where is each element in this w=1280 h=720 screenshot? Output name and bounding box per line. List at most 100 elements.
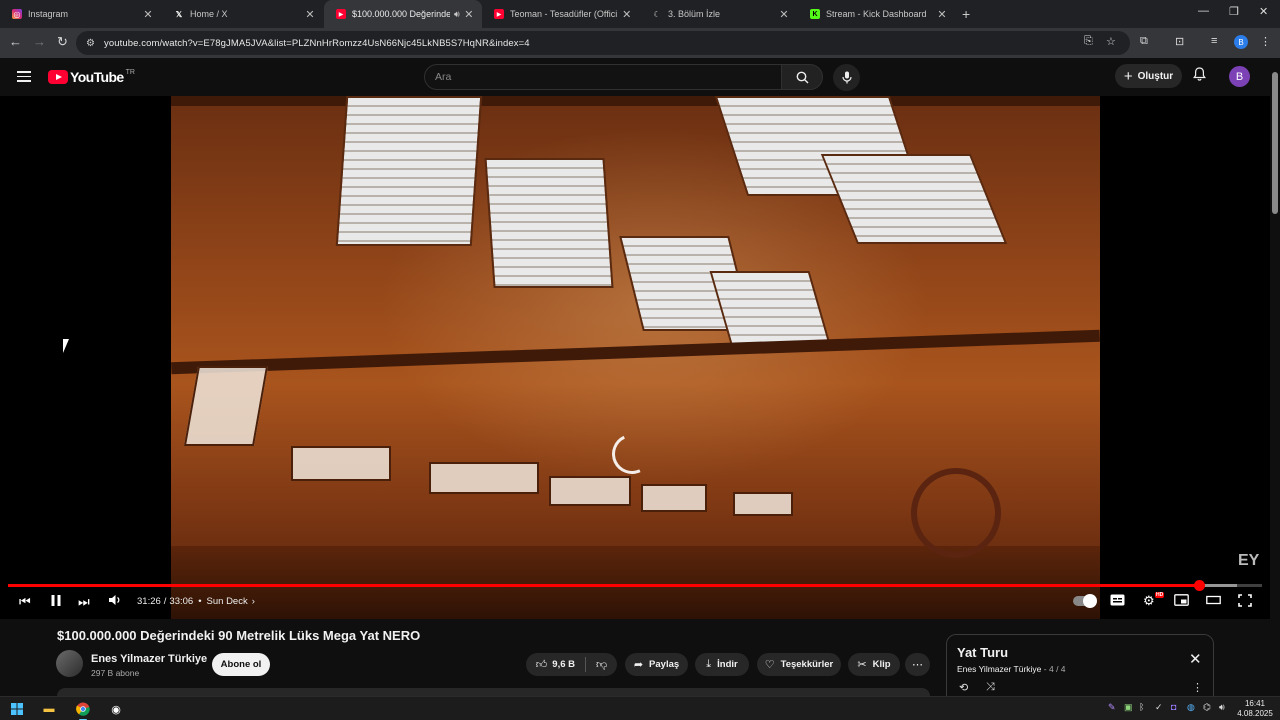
shuffle-icon[interactable]: ⤨ (986, 681, 995, 694)
speaker-icon[interactable]: 🔊︎ (454, 9, 460, 20)
youtube-logo[interactable]: YouTube TR (48, 69, 135, 85)
windows-taskbar: ▬ ◉ ✎ ▣ ᛒ ✓ ◘ ◍ ⌬ 🔊︎ 16:41 4.08.2025 (0, 696, 1280, 720)
close-tab-icon[interactable]: ✕ (142, 8, 154, 21)
search-icon (796, 71, 808, 83)
site-settings-icon[interactable]: ⚙ (86, 38, 98, 49)
playlist-title[interactable]: Yat Turu (957, 645, 1008, 660)
played-bar (8, 584, 1200, 587)
subscriber-count: 297 B abone (91, 668, 140, 678)
autoplay-play-icon (1083, 594, 1097, 608)
video-frame[interactable] (171, 96, 1100, 619)
moon-icon: ☾ (653, 9, 661, 19)
tab-instagram[interactable]: ◎ Instagram ✕ (0, 0, 162, 28)
search-box[interactable] (424, 64, 782, 90)
clock-date: 4.08.2025 (1237, 709, 1273, 718)
scrollbar-thumb[interactable] (1272, 72, 1278, 214)
obs-icon[interactable]: ◉ (107, 700, 125, 718)
menu-icon[interactable] (17, 71, 31, 82)
description-box[interactable] (57, 688, 930, 696)
chapter-title[interactable]: Sun Deck (207, 596, 248, 607)
tab-x[interactable]: 𝕏 Home / X ✕ (162, 0, 324, 28)
settings-gear-icon[interactable]: ⚙ (1143, 593, 1155, 609)
more-horizontal-icon: ⋯ (912, 659, 923, 671)
window-close-icon[interactable]: ✕ (1259, 5, 1268, 18)
close-tab-icon[interactable]: ✕ (304, 8, 316, 21)
close-tab-icon[interactable]: ✕ (936, 8, 948, 21)
nvidia-icon[interactable]: ✓ (1155, 702, 1163, 713)
like-button[interactable]: 👍︎ 9,6 B (536, 658, 575, 671)
tab-teoman[interactable]: ▶ Teoman - Tesadüfler (Official A ✕ (482, 0, 640, 28)
theater-mode-icon[interactable] (1206, 594, 1221, 609)
channel-name[interactable]: Enes Yilmazer Türkiye (91, 653, 207, 665)
voice-search-button[interactable] (833, 64, 860, 91)
windows-start-icon[interactable] (8, 700, 26, 718)
playlist-menu-icon[interactable]: ⋮ (1192, 681, 1203, 694)
file-explorer-icon[interactable]: ▬ (40, 700, 58, 718)
channel-watermark[interactable]: EY (1238, 552, 1259, 570)
media-controls-icon[interactable]: ≡ (1211, 35, 1217, 47)
install-app-icon[interactable]: ⎘ (1084, 35, 1093, 48)
restore-icon[interactable]: ❐ (1229, 5, 1239, 18)
tab-active-video[interactable]: ▶ $100.000.000 Değerindeki 9 🔊︎ ✕ (324, 0, 482, 28)
page-scrollbar[interactable] (1270, 58, 1280, 696)
thumbs-down-icon[interactable]: 👎︎ (596, 658, 607, 671)
create-button[interactable]: + Oluştur (1115, 64, 1182, 88)
browser-tab-strip: ◎ Instagram ✕ 𝕏 Home / X ✕ ▶ $100.000.00… (0, 0, 1280, 28)
thanks-button[interactable]: ♡ Teşekkürler (757, 653, 841, 676)
subtitles-icon[interactable] (1110, 594, 1125, 609)
autoplay-toggle[interactable] (1073, 594, 1097, 608)
video-player[interactable] (0, 96, 1270, 619)
more-actions-button[interactable]: ⋯ (905, 653, 930, 676)
youtube-icon: ▶ (336, 9, 346, 19)
close-playlist-icon[interactable]: ✕ (1189, 650, 1202, 668)
profile-avatar[interactable]: B (1234, 35, 1248, 49)
miniplayer-icon[interactable] (1174, 594, 1189, 609)
channel-avatar[interactable] (56, 650, 83, 677)
discord-icon[interactable]: ◘ (1171, 702, 1176, 712)
tab-search-icon[interactable]: ⊡ (1175, 35, 1184, 48)
system-clock[interactable]: 16:41 4.08.2025 (1234, 699, 1276, 719)
tab-episode[interactable]: ☾ 3. Bölüm İzle ✕ (640, 0, 798, 28)
sound-tray-icon[interactable]: 🔊︎ (1219, 702, 1225, 713)
minimize-icon[interactable]: — (1198, 5, 1209, 17)
download-button[interactable]: ⤓ İndir (695, 653, 749, 676)
playlist-panel: Yat Turu Enes Yilmazer Türkiye - 4 / 4 ✕… (946, 634, 1214, 696)
reload-icon[interactable]: ↻ (57, 34, 68, 50)
previous-icon[interactable]: ⏮ (19, 594, 31, 610)
share-button[interactable]: ➦ Paylaş (625, 653, 688, 676)
back-icon[interactable]: ← (9, 34, 22, 49)
bookmark-star-icon[interactable]: ☆ (1106, 35, 1116, 48)
search-button[interactable] (781, 64, 823, 90)
fullscreen-icon[interactable] (1238, 594, 1252, 610)
pen-icon[interactable]: ✎ (1108, 702, 1116, 713)
new-tab-icon[interactable]: + (962, 6, 970, 22)
volume-icon[interactable] (108, 594, 121, 609)
x-icon: 𝕏 (175, 9, 183, 19)
browser-toolbar: ← → ↻ ⚙ youtube.com/watch?v=E78gJMA5JVA&… (0, 28, 1280, 58)
close-tab-icon[interactable]: ✕ (778, 8, 790, 21)
forward-icon[interactable]: → (33, 34, 46, 49)
pause-icon[interactable] (50, 594, 62, 610)
notifications-bell-icon[interactable] (1193, 67, 1206, 84)
loop-icon[interactable]: ⟲ (959, 681, 968, 694)
account-avatar[interactable]: B (1229, 66, 1250, 87)
search-input[interactable] (425, 65, 781, 89)
steam-icon[interactable]: ◍ (1187, 702, 1195, 713)
tab-kick[interactable]: K Stream - Kick Dashboard ✕ (798, 0, 956, 28)
subscribe-button[interactable]: Abone ol (212, 653, 270, 676)
network-icon[interactable]: ⌬ (1203, 702, 1211, 713)
screen: ◎ Instagram ✕ 𝕏 Home / X ✕ ▶ $100.000.00… (0, 0, 1280, 720)
next-icon[interactable]: ⏭ (78, 594, 90, 610)
extensions-icon[interactable]: ⧉ (1140, 35, 1148, 48)
close-tab-icon[interactable]: ✕ (621, 8, 632, 21)
tray-app-icon[interactable]: ▣ (1124, 702, 1133, 713)
clip-button[interactable]: ✂ Klip (848, 653, 900, 676)
chrome-icon[interactable] (74, 700, 92, 720)
address-bar[interactable]: ⚙ youtube.com/watch?v=E78gJMA5JVA&list=P… (76, 31, 1130, 55)
progress-bar[interactable] (8, 580, 1262, 591)
playlist-channel[interactable]: Enes Yilmazer Türkiye (957, 664, 1041, 674)
chevron-right-icon[interactable]: › (252, 596, 255, 607)
browser-menu-icon[interactable]: ⋮ (1260, 35, 1271, 48)
bluetooth-icon[interactable]: ᛒ (1139, 702, 1144, 712)
close-tab-icon[interactable]: ✕ (464, 8, 474, 21)
